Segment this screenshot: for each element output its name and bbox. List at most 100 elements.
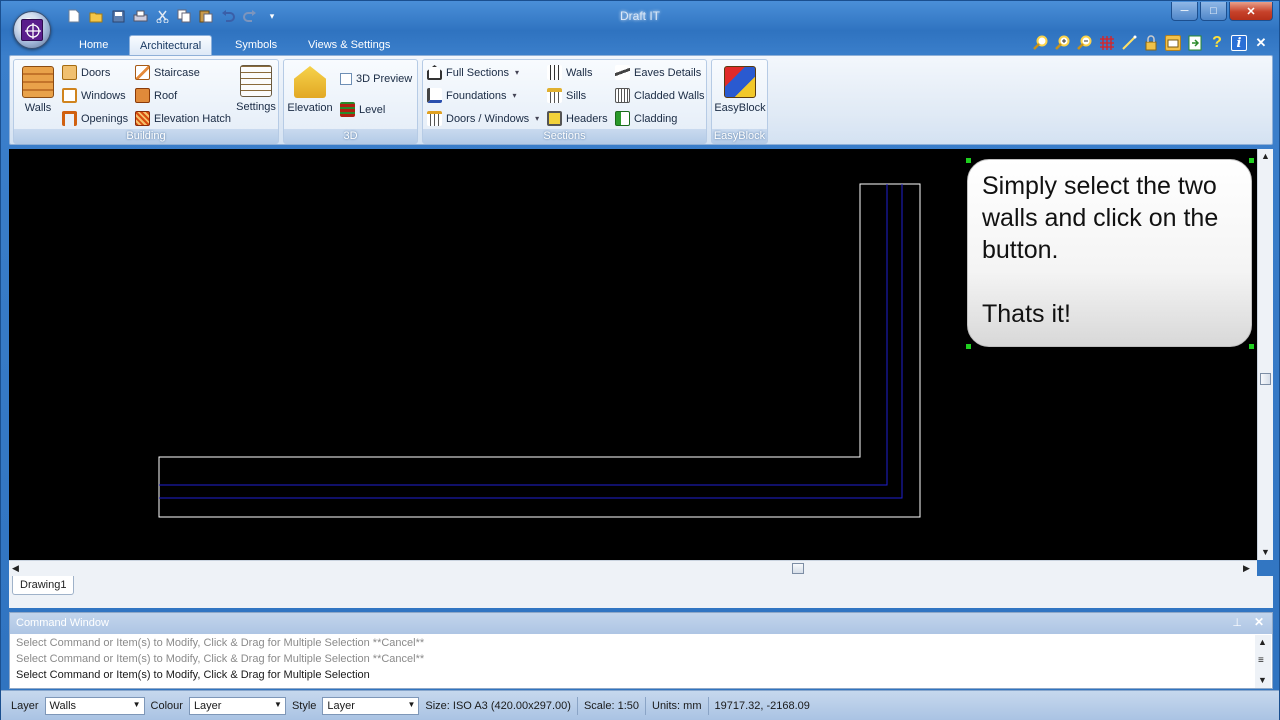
tab-drawing1[interactable]: Drawing1 (12, 576, 75, 595)
close-icon[interactable]: ✕ (1254, 615, 1264, 629)
export-icon[interactable] (1187, 35, 1203, 51)
scroll-up-icon[interactable]: ▲ (1261, 151, 1270, 161)
group-sections-label: Sections (423, 129, 706, 143)
windows-button[interactable]: Windows (62, 88, 126, 103)
level-label: Level (359, 103, 386, 116)
easyblock-button[interactable]: EasyBlock (714, 66, 766, 114)
selection-grip[interactable] (1249, 158, 1254, 163)
wall-outline[interactable] (158, 183, 921, 518)
command-scrollbar[interactable]: ▲ ≡ ▼ (1255, 635, 1271, 688)
scroll-right-icon[interactable]: ▶ (1243, 563, 1250, 574)
status-bar: Layer Walls ▼ Colour Layer ▼ Style Layer… (1, 690, 1279, 720)
style-select[interactable]: Layer ▼ (322, 696, 420, 715)
doors-button[interactable]: Doors (62, 65, 110, 80)
command-window-title: Command Window (16, 617, 109, 629)
chevron-down-icon: ▾ (535, 114, 540, 123)
style-value: Layer (327, 699, 355, 712)
eaves-details-label: Eaves Details (634, 66, 702, 79)
cladded-walls-button[interactable]: Cladded Walls (615, 88, 705, 103)
scroll-down-icon[interactable]: ▼ (1258, 675, 1267, 685)
opening-icon (62, 111, 77, 126)
info-icon[interactable]: i (1231, 35, 1247, 51)
openings-button[interactable]: Openings (62, 111, 128, 126)
cladding-label: Cladding (634, 112, 678, 125)
horizontal-scrollbar[interactable]: ◀ ▶ (9, 560, 1257, 576)
elevation-button[interactable]: Elevation (287, 66, 333, 114)
drawing-units: Units: mm (652, 699, 702, 712)
window-title: Draft IT (619, 9, 660, 23)
3d-preview-checkbox[interactable] (340, 73, 352, 85)
sill-icon (547, 88, 562, 103)
scroll-down-icon[interactable]: ▼ (1261, 547, 1270, 557)
full-sections-dropdown[interactable]: Full Sections ▾ (427, 65, 519, 80)
close-ribbon-icon[interactable]: ✕ (1253, 35, 1269, 51)
selection-grip[interactable] (1249, 344, 1254, 349)
selection-grip[interactable] (966, 344, 971, 349)
sills-button[interactable]: Sills (547, 88, 586, 103)
cladding-button[interactable]: Cladding (615, 111, 677, 126)
colour-value: Layer (193, 699, 222, 712)
application-menu-button[interactable] (13, 11, 51, 49)
selection-grip[interactable] (966, 158, 971, 163)
headers-button[interactable]: Headers (547, 111, 608, 126)
elevation-label: Elevation (287, 102, 333, 114)
section-walls-button[interactable]: Walls (547, 65, 592, 80)
colour-label: Colour (150, 699, 183, 712)
vertical-scroll-thumb[interactable] (1260, 373, 1271, 385)
staircase-button[interactable]: Staircase (135, 65, 200, 80)
maximize-button[interactable]: □ (1200, 2, 1227, 21)
scroll-thumb-icon[interactable]: ≡ (1258, 655, 1264, 666)
brick-wall-icon (22, 66, 54, 98)
app-window: ▾ Draft IT ─ □ ✕ Home Architectural Symb… (0, 0, 1280, 720)
zoom-in-icon[interactable] (1055, 35, 1071, 51)
group-easyblock: EasyBlock EasyBlock (711, 59, 768, 144)
app-logo-icon (21, 19, 43, 41)
help-icon[interactable]: ? (1209, 34, 1225, 51)
drawing-scale: Scale: 1:50 (583, 699, 639, 712)
status-divider (645, 696, 646, 715)
tab-symbols[interactable]: Symbols (225, 35, 287, 55)
document-tab-strip: Drawing1 (9, 576, 1273, 608)
horizontal-scroll-thumb[interactable] (792, 563, 804, 574)
grid-icon[interactable] (1099, 35, 1115, 51)
layer-select[interactable]: Walls ▼ (44, 696, 145, 715)
group-3d-label: 3D (284, 129, 417, 143)
foundation-icon (427, 88, 442, 103)
tab-views-settings[interactable]: Views & Settings (298, 35, 400, 55)
eaves-details-button[interactable]: Eaves Details (615, 65, 701, 80)
layer-label: Layer (11, 699, 39, 712)
headers-label: Headers (566, 112, 608, 125)
paper-size: Size: ISO A3 (420.00x297.00) (425, 699, 571, 712)
tab-architectural[interactable]: Architectural (129, 35, 213, 55)
tutorial-callout[interactable]: Simply select the two walls and click on… (967, 159, 1252, 347)
top-right-tool-icons: ? i ✕ (1033, 34, 1269, 51)
scroll-left-icon[interactable]: ◀ (12, 563, 19, 574)
pin-icon[interactable]: ⊥ (1232, 616, 1242, 629)
close-button[interactable]: ✕ (1229, 2, 1273, 21)
zoom-extents-icon[interactable] (1033, 35, 1049, 51)
zoom-out-icon[interactable] (1077, 35, 1093, 51)
roof-button[interactable]: Roof (135, 88, 177, 103)
snap-icon[interactable] (1121, 35, 1137, 51)
scroll-up-icon[interactable]: ▲ (1258, 637, 1267, 647)
doors-windows-dropdown[interactable]: Doors / Windows ▾ (427, 111, 539, 126)
lock-icon[interactable] (1143, 35, 1159, 51)
staircase-label: Staircase (154, 66, 200, 79)
vertical-scrollbar[interactable]: ▲ ▼ (1257, 149, 1273, 560)
walls-button[interactable]: Walls (18, 66, 58, 114)
elevation-hatch-button[interactable]: Elevation Hatch (135, 111, 231, 126)
window-icon (62, 88, 77, 103)
layer-toggle-icon[interactable] (1165, 35, 1181, 51)
colour-select[interactable]: Layer ▼ (188, 696, 286, 715)
wall-inner-lines[interactable] (159, 184, 903, 499)
group-building-label: Building (14, 129, 278, 143)
foundations-dropdown[interactable]: Foundations ▾ (427, 88, 517, 103)
tab-home[interactable]: Home (69, 35, 118, 55)
level-button[interactable]: Level (340, 102, 385, 117)
command-window-header: Command Window ⊥ ✕ (10, 613, 1272, 634)
minimize-button[interactable]: ─ (1171, 2, 1198, 21)
settings-button[interactable]: Settings (235, 65, 277, 113)
house-section-icon (427, 65, 442, 80)
group-easyblock-label: EasyBlock (712, 129, 767, 143)
3d-preview-toggle[interactable]: 3D Preview (340, 73, 412, 85)
